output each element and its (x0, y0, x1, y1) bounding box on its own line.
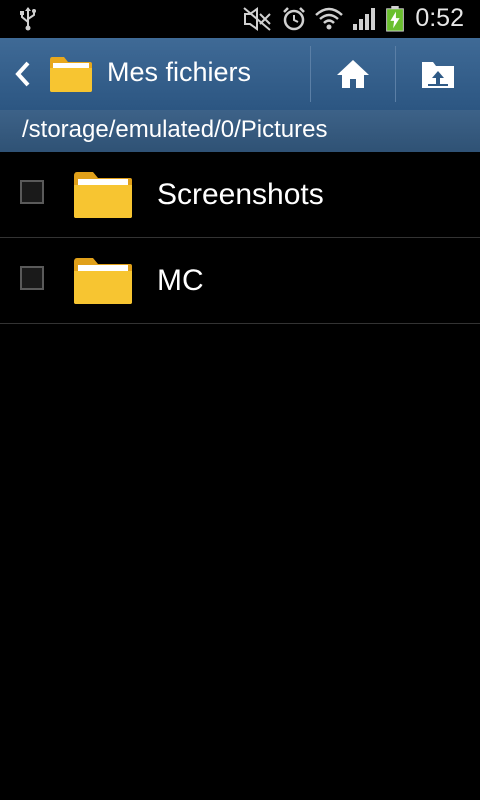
item-name: Screenshots (157, 178, 324, 211)
up-navigation-button[interactable]: Mes fichiers (0, 38, 310, 110)
item-name: MC (157, 264, 204, 297)
wifi-icon (315, 7, 343, 30)
folder-up-icon (422, 62, 454, 88)
folder-icon (74, 172, 132, 218)
signal-icon (353, 8, 375, 30)
folder-icon (74, 258, 132, 304)
file-list: Screenshots MC (0, 152, 480, 324)
battery-charging-icon (386, 6, 404, 32)
mute-icon (243, 7, 271, 31)
home-icon (337, 60, 369, 88)
path-bar: /storage/emulated/0/Pictures (0, 110, 480, 152)
status-bar: 0:52 (0, 0, 480, 38)
status-time: 0:52 (415, 4, 464, 32)
item-checkbox[interactable] (20, 180, 44, 204)
current-path: /storage/emulated/0/Pictures (22, 116, 328, 143)
item-checkbox[interactable] (20, 266, 44, 290)
usb-icon (20, 7, 36, 31)
parent-folder-button[interactable] (396, 38, 480, 110)
list-item[interactable]: MC (0, 238, 480, 324)
action-bar: Mes fichiers (0, 38, 480, 110)
chevron-left-icon (15, 61, 30, 87)
page-title: Mes fichiers (107, 57, 252, 87)
list-item[interactable]: Screenshots (0, 152, 480, 238)
alarm-icon (283, 7, 305, 31)
home-button[interactable] (311, 38, 395, 110)
folder-icon (50, 57, 92, 92)
